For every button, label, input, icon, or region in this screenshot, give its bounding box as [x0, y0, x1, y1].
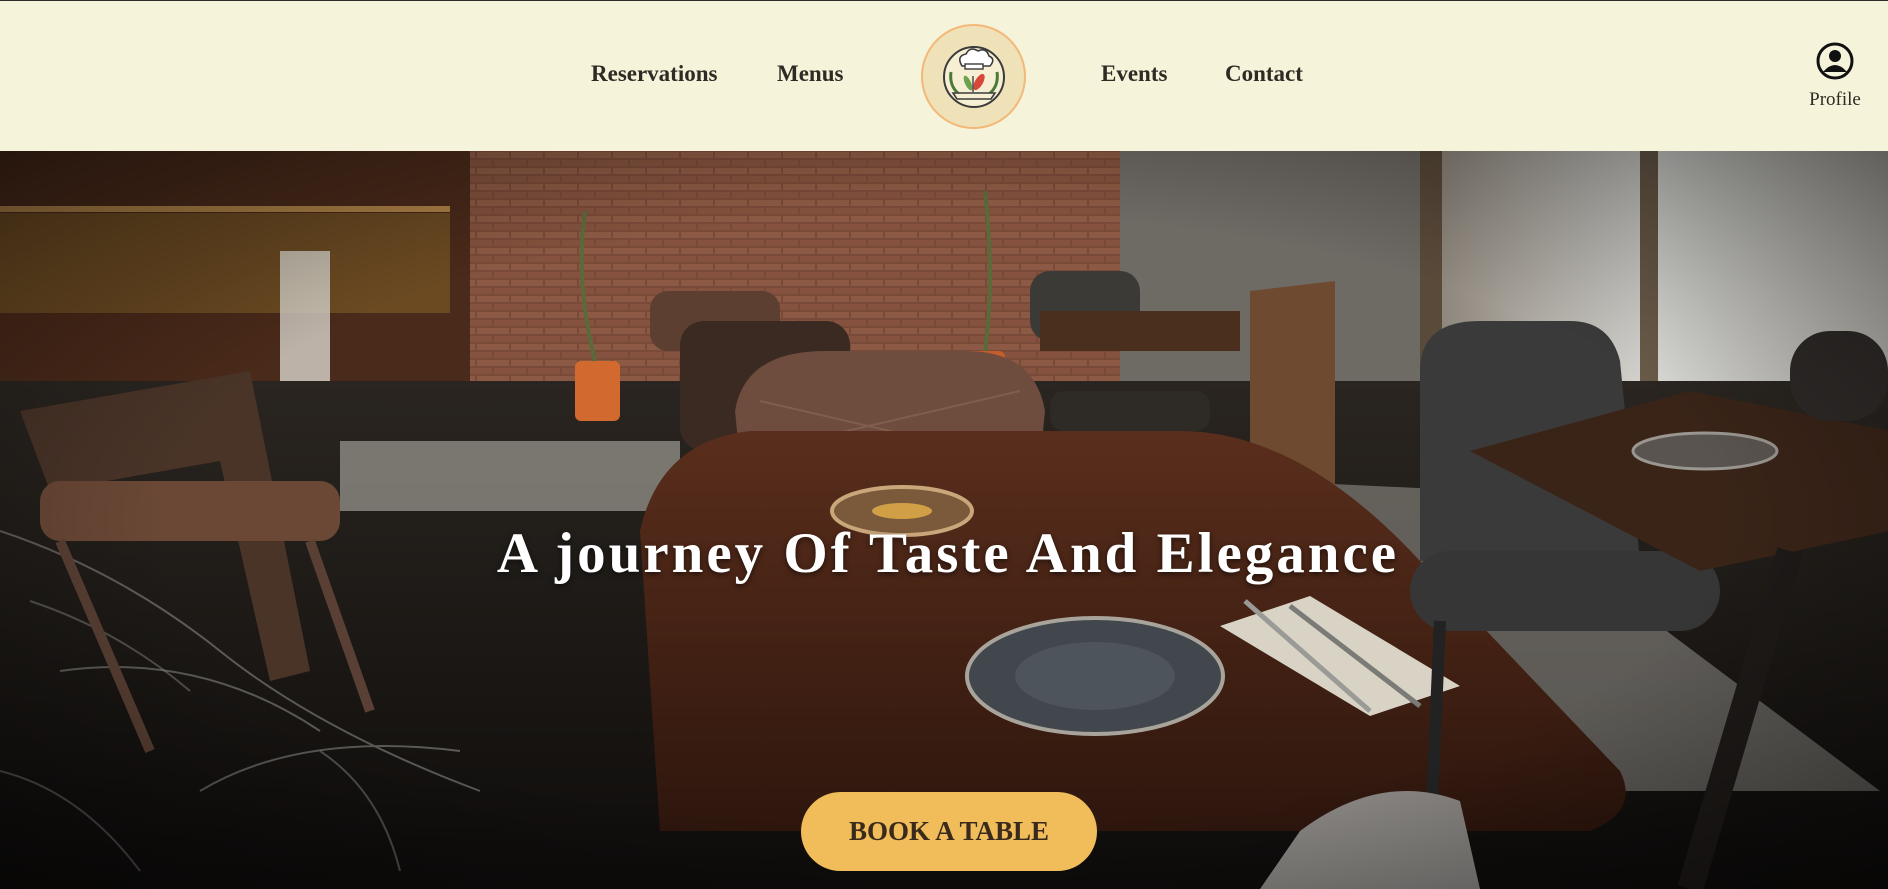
book-table-button[interactable]: BOOK A TABLE	[801, 792, 1097, 871]
site-header: Reservations Menus Events Contact Profil…	[0, 0, 1888, 151]
profile-label: Profile	[1809, 89, 1861, 110]
nav-menus[interactable]: Menus	[777, 61, 843, 87]
nav-reservations[interactable]: Reservations	[591, 61, 717, 87]
profile-button[interactable]: Profile	[1798, 41, 1872, 121]
nav-contact[interactable]: Contact	[1225, 61, 1303, 87]
restaurant-interior-image	[0, 151, 1888, 889]
hero-title: A journey Of Taste And Elegance	[496, 522, 1400, 585]
nav-events[interactable]: Events	[1101, 61, 1167, 87]
user-circle-icon	[1816, 42, 1854, 80]
logo[interactable]	[921, 24, 1026, 129]
hero-section: A journey Of Taste And Elegance BOOK A T…	[0, 151, 1888, 889]
chef-hat-logo-icon	[942, 45, 1005, 108]
